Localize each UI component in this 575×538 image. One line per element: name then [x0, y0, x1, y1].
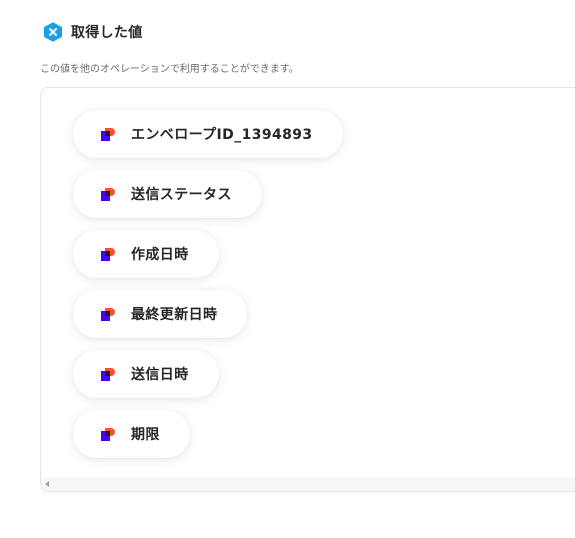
scroll-left-arrow-icon[interactable] — [45, 481, 49, 487]
value-chip-label: エンベロープID_1394893 — [131, 127, 313, 143]
docusign-app-icon — [101, 247, 116, 262]
section-title: 取得した値 — [71, 25, 143, 41]
docusign-app-icon — [101, 187, 116, 202]
value-chip-label: 最終更新日時 — [131, 307, 218, 323]
docusign-app-icon — [101, 127, 116, 142]
section-description: この値を他のオペレーションで利用することができます。 — [40, 64, 299, 75]
values-panel: エンベロープID_1394893 送信ステータス 作成日時 最終更新日時 送信日… — [40, 87, 575, 492]
value-chip-label: 作成日時 — [131, 247, 189, 263]
x-badge-icon — [43, 22, 63, 42]
value-chip-send-status[interactable]: 送信ステータス — [73, 170, 262, 218]
value-chip-envelope-id[interactable]: エンベロープID_1394893 — [73, 110, 343, 158]
value-chip-label: 送信ステータス — [131, 187, 232, 203]
value-chip-sent-at[interactable]: 送信日時 — [73, 350, 219, 398]
value-chip-label: 送信日時 — [131, 367, 189, 383]
horizontal-scrollbar[interactable] — [41, 477, 575, 491]
header: 取得した値 — [43, 21, 143, 43]
docusign-app-icon — [101, 367, 116, 382]
value-chip-updated-at[interactable]: 最終更新日時 — [73, 290, 248, 338]
value-chip-deadline[interactable]: 期限 — [73, 410, 190, 458]
docusign-app-icon — [101, 427, 116, 442]
docusign-app-icon — [101, 307, 116, 322]
value-chip-label: 期限 — [131, 427, 160, 443]
value-chip-created-at[interactable]: 作成日時 — [73, 230, 219, 278]
